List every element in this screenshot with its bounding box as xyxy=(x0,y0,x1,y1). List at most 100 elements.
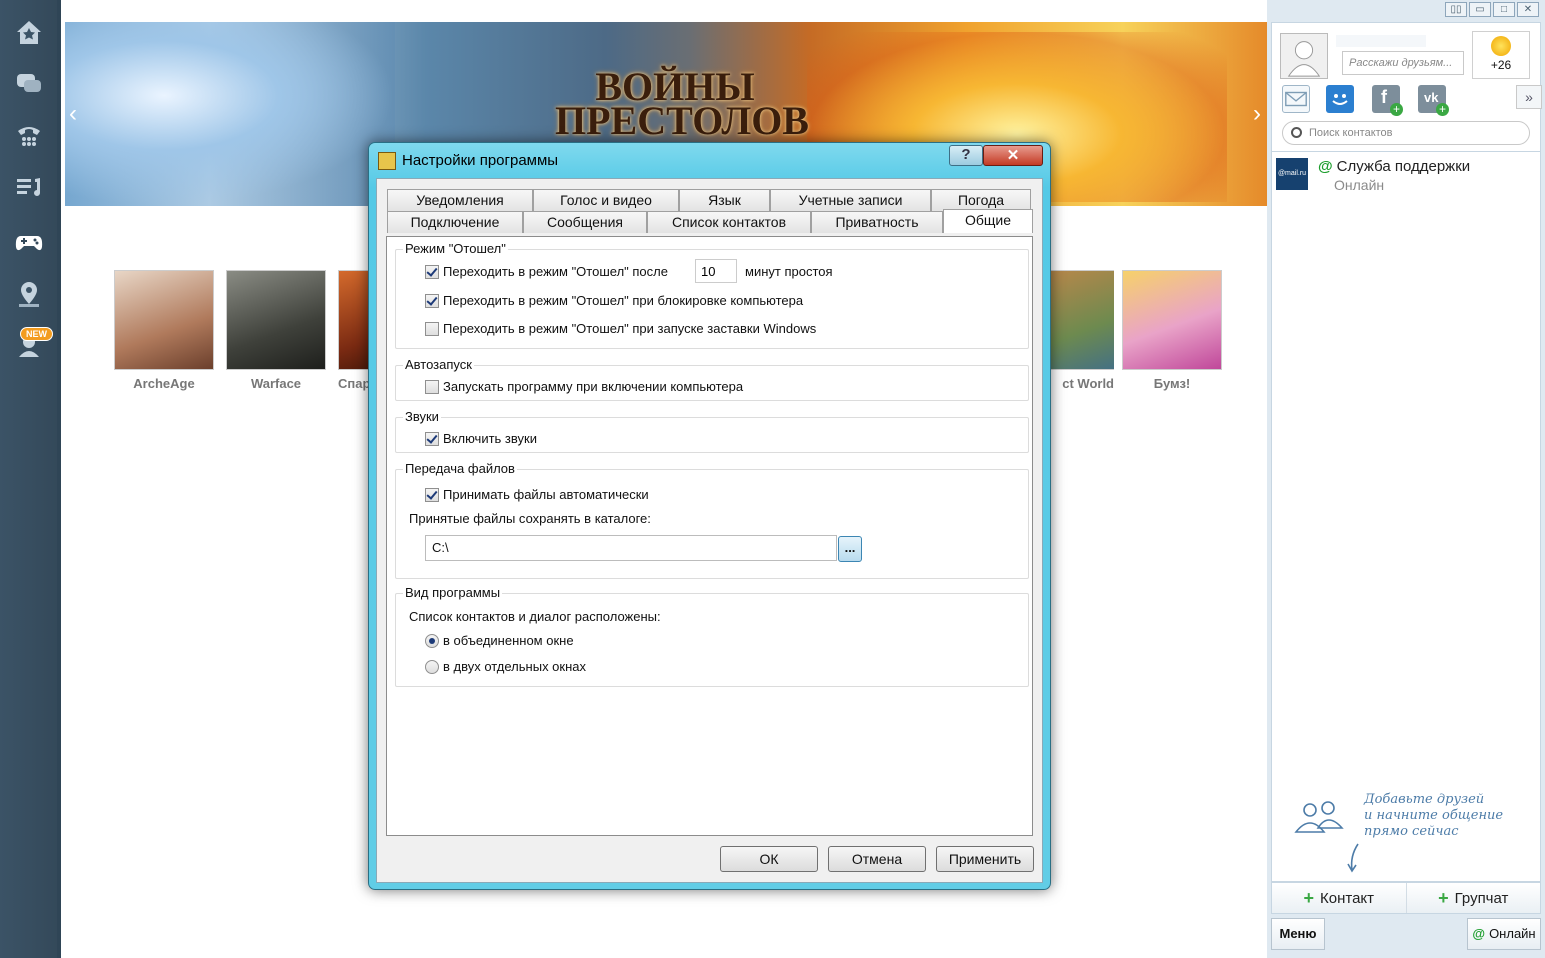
my-world-icon[interactable] xyxy=(1326,85,1354,113)
game-tile[interactable]: Бумз! xyxy=(1122,270,1222,391)
game-thumbnail xyxy=(1046,270,1114,370)
banner-prev-arrow-icon[interactable]: ‹ xyxy=(69,100,77,128)
game-name: Бумз! xyxy=(1153,376,1191,391)
people-icon xyxy=(1294,801,1344,833)
view-separate-option[interactable]: в двух отдельных окнах xyxy=(425,659,586,674)
maximize-icon[interactable]: □ xyxy=(1493,2,1515,17)
apply-button[interactable]: Применить xyxy=(936,846,1034,872)
away-screensaver-checkbox[interactable] xyxy=(425,321,439,336)
away-group-title: Режим "Отошел" xyxy=(403,241,508,256)
download-dir-input[interactable]: C:\ xyxy=(425,535,837,561)
minimize-to-tray-icon[interactable]: ▭ xyxy=(1469,2,1491,17)
sun-icon xyxy=(1491,36,1511,56)
menu-button[interactable]: Меню xyxy=(1271,918,1325,950)
map-pin-icon[interactable] xyxy=(11,276,47,312)
chat-icon[interactable] xyxy=(11,66,47,102)
tab-contact-list[interactable]: Список контактов xyxy=(647,211,811,233)
tab-general[interactable]: Общие xyxy=(943,209,1033,233)
game-tile[interactable]: ct World xyxy=(1046,270,1114,391)
close-window-icon[interactable]: ✕ xyxy=(1517,2,1539,17)
away-idle-label: Переходить в режим "Отошел" после xyxy=(443,264,668,279)
new-badge: NEW xyxy=(20,327,53,341)
weather-temperature: +26 xyxy=(1490,58,1512,72)
game-tile[interactable]: Спар xyxy=(338,270,372,391)
away-idle-checkbox[interactable] xyxy=(425,264,439,279)
autostart-group-title: Автозапуск xyxy=(403,357,474,372)
tab-voice-video[interactable]: Голос и видео xyxy=(533,189,679,211)
game-thumbnail xyxy=(226,270,326,370)
contact-search-input[interactable]: Поиск контактов xyxy=(1282,121,1530,145)
auto-accept-checkbox[interactable] xyxy=(425,487,439,502)
dialog-title: Настройки программы xyxy=(402,152,559,169)
download-dir-label: Принятые файлы сохранять в каталоге: xyxy=(409,511,651,526)
mailru-logo-icon: @mail.ru xyxy=(1276,158,1308,190)
away-lock-checkbox[interactable] xyxy=(425,293,439,308)
contact-list: @mail.ru @ Служба поддержки Онлайн Добавь… xyxy=(1271,152,1541,882)
away-screensaver-label: Переходить в режим "Отошел" при запуске … xyxy=(443,321,817,336)
sounds-checkbox[interactable] xyxy=(425,431,439,446)
view-combined-option[interactable]: в объединенном окне xyxy=(425,633,574,648)
dialog-body: Уведомления Голос и видео Язык Учетные з… xyxy=(376,178,1043,883)
autostart-checkbox[interactable] xyxy=(425,379,439,394)
general-settings-panel: Режим "Отошел" Переходить в режим "Отоше… xyxy=(386,236,1033,836)
away-screensaver-option[interactable]: Переходить в режим "Отошел" при запуске … xyxy=(425,321,816,336)
tab-weather[interactable]: Погода xyxy=(931,189,1031,211)
game-tile[interactable]: ArcheAge xyxy=(114,270,214,391)
game-name: Warface xyxy=(250,376,302,391)
view-separate-radio[interactable] xyxy=(425,659,439,674)
tab-messages[interactable]: Сообщения xyxy=(523,211,647,233)
sounds-option[interactable]: Включить звуки xyxy=(425,431,537,446)
app-icon xyxy=(378,152,396,170)
banner-logo: ВОЙНЫ ПРЕСТОЛОВ xyxy=(555,67,809,143)
expand-panel-button[interactable]: » xyxy=(1516,85,1542,109)
game-name: ArcheAge xyxy=(133,376,195,391)
mail-icon[interactable] xyxy=(1282,85,1310,113)
layout-toggle-icon[interactable]: ▯▯ xyxy=(1445,2,1467,17)
tab-accounts[interactable]: Учетные записи xyxy=(770,189,931,211)
tab-language[interactable]: Язык xyxy=(679,189,770,211)
auto-accept-label: Принимать файлы автоматически xyxy=(443,487,649,502)
game-tile[interactable]: Warface xyxy=(226,270,326,391)
facebook-add-icon[interactable]: f + xyxy=(1372,85,1403,116)
away-idle-option[interactable]: Переходить в режим "Отошел" после xyxy=(425,264,668,279)
tab-connection[interactable]: Подключение xyxy=(387,211,523,233)
close-dialog-button[interactable]: ✕ xyxy=(983,145,1043,166)
browse-folder-button[interactable]: ... xyxy=(838,536,862,562)
status-message-input[interactable]: Расскажи друзьям... xyxy=(1342,51,1464,75)
hint-line: прямо сейчас xyxy=(1364,824,1459,839)
autostart-label: Запускать программу при включении компью… xyxy=(443,379,744,394)
contact-item[interactable]: @mail.ru @ Служба поддержки Онлайн xyxy=(1276,158,1536,193)
add-contact-button[interactable]: + Контакт xyxy=(1272,883,1406,913)
online-status-button[interactable]: @ Онлайн xyxy=(1467,918,1541,950)
settings-dialog: Настройки программы ? ✕ Уведомления Голо… xyxy=(368,142,1051,890)
online-status-label: Онлайн xyxy=(1489,926,1536,941)
files-group-title: Передача файлов xyxy=(403,461,517,476)
music-icon[interactable] xyxy=(11,170,47,206)
autostart-option[interactable]: Запускать программу при включении компью… xyxy=(425,379,743,394)
add-groupchat-button[interactable]: + Групчат xyxy=(1405,883,1541,913)
add-groupchat-label: Групчат xyxy=(1454,889,1509,907)
ok-button[interactable]: ОК xyxy=(720,846,818,872)
tab-notifications[interactable]: Уведомления xyxy=(387,189,533,211)
weather-widget[interactable]: +26 xyxy=(1472,31,1530,79)
window-controls: ▯▯ ▭ □ ✕ xyxy=(1445,2,1539,17)
auto-accept-option[interactable]: Принимать файлы автоматически xyxy=(425,487,649,502)
tab-privacy[interactable]: Приватность xyxy=(811,211,943,233)
view-combined-radio[interactable] xyxy=(425,633,439,648)
phone-icon[interactable] xyxy=(11,118,47,154)
help-button[interactable]: ? xyxy=(949,145,983,166)
home-icon[interactable] xyxy=(11,14,47,50)
online-status-icon: @ xyxy=(1472,926,1486,941)
banner-next-arrow-icon[interactable]: › xyxy=(1253,100,1261,128)
left-navigation: NEW xyxy=(0,0,57,958)
cancel-button[interactable]: Отмена xyxy=(828,846,926,872)
gamepad-icon[interactable] xyxy=(11,224,47,260)
plus-icon: + xyxy=(1438,887,1449,908)
idle-minutes-input[interactable] xyxy=(695,259,737,283)
banner-title-line2: ПРЕСТОЛОВ xyxy=(555,98,809,143)
away-lock-option[interactable]: Переходить в режим "Отошел" при блокиров… xyxy=(425,293,803,308)
avatar[interactable] xyxy=(1280,33,1328,79)
contact-status: Онлайн xyxy=(1334,177,1385,193)
search-placeholder: Поиск контактов xyxy=(1309,127,1393,139)
vkontakte-add-icon[interactable]: vk + xyxy=(1418,85,1449,116)
